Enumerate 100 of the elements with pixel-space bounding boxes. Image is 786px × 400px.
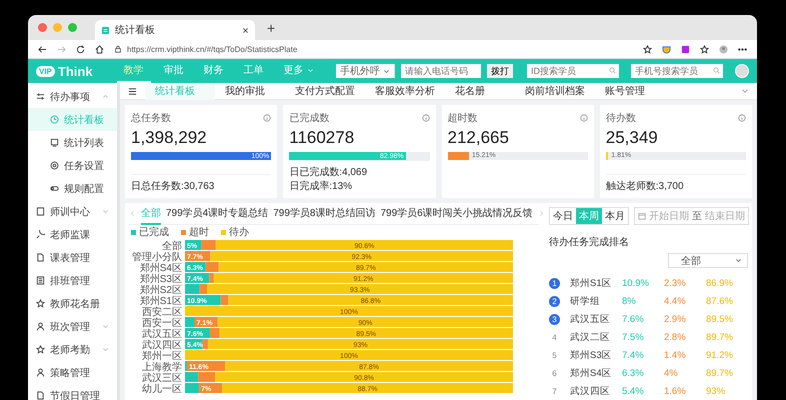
page-tab[interactable]: 支付方式配置 [285, 82, 365, 100]
sidebar-label: 统计列表 [64, 136, 105, 150]
done-rate: 5.4% [622, 386, 645, 396]
card-title: 超时数 [448, 112, 478, 125]
report-tab[interactable]: 799学员8课时总结回访 [273, 202, 376, 224]
info-icon [738, 114, 746, 122]
ranking-name: 武汉五区 [570, 312, 611, 326]
pending-rate: 89.5% [706, 314, 734, 324]
filter-select[interactable]: 全部 [668, 253, 748, 268]
report-tab[interactable]: 799学员6课时闯关小挑战情况反馈 [380, 202, 533, 224]
sidebar-label: 课表管理 [50, 252, 91, 264]
sidebar-label: 老师考勤 [50, 344, 91, 356]
pending-rate: 87.6% [706, 296, 734, 306]
category-label: 武汉三区 [142, 373, 182, 384]
reload-icon[interactable] [76, 44, 85, 54]
rank-number: 1 [552, 278, 557, 288]
done-rate: 7.6% [622, 314, 645, 324]
pending-rate: 93% [706, 386, 726, 396]
gear-icon [50, 161, 59, 170]
logo-badge: VIP [36, 66, 55, 76]
sidebar-label: 师训中心 [50, 206, 91, 218]
ranking-name: 武汉二区 [570, 330, 611, 344]
legend-label: 待办 [229, 227, 249, 238]
call-button[interactable]: 拨打 [487, 64, 513, 78]
category-label: 西安一区 [142, 318, 182, 329]
call-type-select[interactable]: 手机外呼 [336, 64, 395, 78]
shield-icon[interactable] [662, 44, 671, 54]
category-label: 郑州S3区 [140, 274, 182, 285]
filter-value: 全部 [681, 254, 701, 268]
sidebar-label: 规则配置 [64, 182, 105, 196]
clock-icon [50, 115, 59, 124]
card-footer-text: 日总任务数:30,763 [131, 180, 214, 193]
back-icon[interactable] [38, 44, 47, 54]
toggle-icon [50, 184, 59, 193]
search-icon [609, 67, 616, 74]
favorites-icon[interactable] [700, 44, 709, 54]
ranking-name: 郑州S4区 [570, 366, 613, 380]
category-label: 郑州S4区 [140, 263, 182, 274]
overtime-rate: 2.9% [664, 314, 687, 324]
card-value: 1160278 [289, 128, 356, 148]
info-icon [263, 114, 272, 122]
rank-number: 5 [552, 350, 557, 360]
date-range-field[interactable]: 开始日期 至 结束日期 [634, 207, 749, 225]
monitor-icon [50, 138, 59, 147]
sidebar-label: 任务设置 [64, 160, 105, 172]
card-title: 已完成数 [289, 112, 330, 125]
card-value: 25,349 [606, 128, 659, 148]
page-tab[interactable]: 花名册 [445, 82, 515, 100]
calendar-icon [638, 212, 646, 220]
browser-tab[interactable]: 统计看板 [95, 20, 255, 40]
report-tab[interactable]: 799学员4课时专题总结 [166, 202, 268, 224]
sidebar-label: 老师监课 [50, 228, 91, 242]
page-tab[interactable]: 我的审批 [215, 82, 285, 100]
category-label: 幼儿一区 [142, 384, 182, 395]
page-tab[interactable]: 客服效率分析 [365, 82, 445, 100]
chevron-down-icon[interactable] [741, 87, 749, 95]
home-icon[interactable] [95, 44, 104, 54]
legend-label: 已完成 [139, 227, 169, 238]
done-rate: 10.9% [622, 278, 650, 288]
sidebar-label: 教师花名册 [50, 298, 101, 310]
search-icon [713, 67, 720, 74]
rank-number: 4 [552, 332, 557, 342]
page-tab[interactable]: 岗前培训档案 [515, 82, 595, 100]
ranking-name: 郑州S1区 [570, 276, 613, 290]
sidebar-label: 班次管理 [50, 320, 91, 334]
chevron-down-icon [306, 66, 314, 74]
profile-icon[interactable] [719, 44, 728, 54]
category-label: 全部 [162, 241, 182, 252]
category-label: 武汉四区 [142, 340, 182, 351]
page-tab[interactable]: 账号管理 [595, 82, 665, 100]
card-title: 总任务数 [131, 112, 171, 125]
pending-rate: 89.7% [706, 368, 734, 378]
date-placeholder: 结束日期 [705, 210, 745, 223]
sidebar-label: 策略管理 [50, 366, 91, 380]
search-field[interactable]: 手机号搜索学员 [631, 64, 723, 78]
overtime-rate: 1.6% [664, 386, 687, 396]
chevron-down-icon [735, 257, 742, 264]
close-icon[interactable] [242, 26, 249, 34]
phone-input[interactable]: 请输入电话号码 [401, 64, 481, 78]
ranking-name: 武汉四区 [570, 384, 611, 398]
search-field[interactable]: ID搜索学员 [527, 64, 619, 78]
overtime-rate: 1.4% [664, 350, 687, 360]
rank-number: 3 [552, 314, 557, 324]
ranking-name: 郑州S3区 [570, 348, 613, 362]
address-field[interactable]: https://crm.vipthink.cn/#/tqs/ToDo/StatisticsPlate [127, 44, 298, 54]
logo-text: Think [58, 64, 93, 78]
category-label: 郑州一区 [142, 351, 182, 362]
sidebar-label: 待办事项 [50, 90, 91, 104]
date-placeholder: 开始日期 [649, 210, 689, 223]
date-separator: 至 [692, 210, 702, 223]
rank-number: 6 [552, 368, 557, 378]
sidebar-label: 节假日管理 [50, 390, 101, 400]
category-label: 管理小分队 [132, 252, 182, 263]
info-icon [580, 114, 588, 122]
overtime-rate: 4% [664, 368, 679, 378]
pending-rate: 91.2% [706, 350, 734, 360]
tab-title: 统计看板 [115, 24, 156, 37]
new-tab-button[interactable]: + [263, 20, 280, 34]
extension-icon[interactable] [681, 44, 690, 54]
card-footer-text: 日已完成数:4,069 [289, 166, 368, 179]
